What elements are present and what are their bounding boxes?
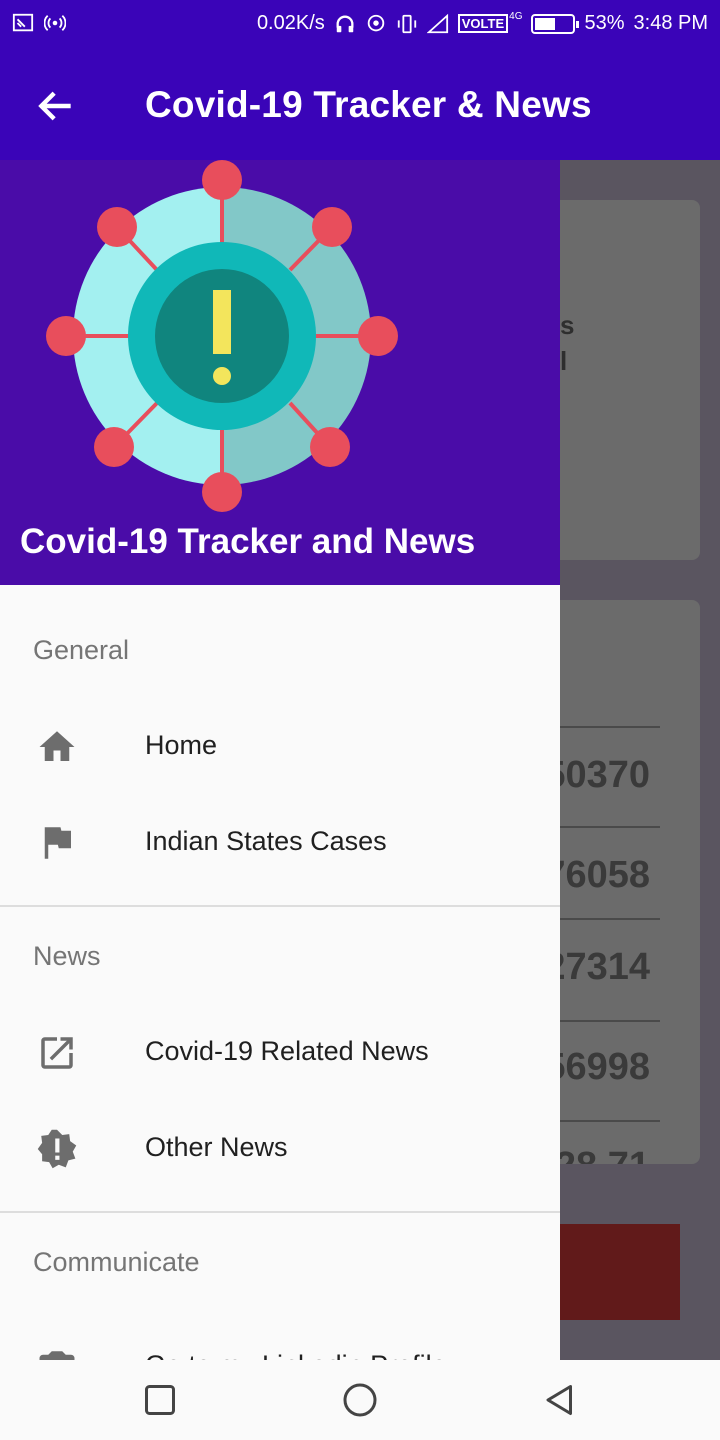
vibrate-icon [397,14,416,33]
navigation-drawer: Covid-19 Tracker and News General Home I… [0,160,560,1360]
flag-icon [44,827,71,859]
section-communicate: Communicate [33,1247,200,1277]
stat-value: 27314 [544,946,650,988]
clock: 3:48 PM [633,12,708,34]
menu-item-other-news[interactable]: Other News [0,1108,560,1188]
menu-item-indian-states-cases[interactable]: Indian States Cases [0,802,560,882]
drawer-header: Covid-19 Tracker and News [0,160,560,585]
drawer-title: Covid-19 Tracker and News [20,522,476,561]
menu-item-label: Home [145,730,218,760]
virus-alert-logo [46,160,398,512]
hotspot-icon [44,15,66,31]
stats-card: 50370 76058 27314 56998 28.71 [540,600,700,1164]
system-nav-bar [0,1360,720,1440]
menu-item-label: Indian States Cases [145,826,387,856]
alert-badge-icon [37,1129,77,1169]
recent-apps-icon[interactable] [142,1382,178,1418]
status-bar: 0.02K/s VOLTE 4G 53% 3:48 PM [0,0,720,52]
card-text: s [560,310,575,340]
back-triangle-icon[interactable] [542,1382,578,1418]
open-in-new-icon [41,1037,73,1069]
arrow-back-icon[interactable] [34,84,78,128]
headset-icon [336,15,354,32]
menu-item-linkedin[interactable]: Go to my Linkedin Profile [0,1326,560,1360]
airplay-icon [367,14,385,31]
volte-badge: VOLTE [457,14,509,33]
action-button [540,1224,680,1320]
app-bar: Covid-19 Tracker & News [0,52,720,160]
network-type: 4G [509,11,523,22]
camera-icon [39,1351,75,1360]
menu-item-covid-news[interactable]: Covid-19 Related News [0,1012,560,1092]
menu-item-home[interactable]: Home [0,706,560,786]
stat-value: 50370 [544,754,650,796]
card-text: l [560,346,568,376]
battery-icon [531,13,580,34]
section-news: News [33,941,101,971]
menu-item-label: Covid-19 Related News [145,1036,429,1066]
stat-value: 28.71 [555,1145,650,1164]
app-title: Covid-19 Tracker & News [145,84,592,125]
cast-icon [12,13,34,32]
drawer-divider [0,905,560,907]
home-icon [39,731,75,761]
section-general: General [33,635,130,665]
signal-icon [426,13,448,33]
home-circle-icon[interactable] [342,1382,378,1418]
drawer-divider [0,1211,560,1213]
net-speed: 0.02K/s [256,12,325,34]
summary-card: s l [540,200,700,560]
menu-item-label: Go to my Linkedin Profile [145,1350,447,1360]
menu-item-label: Other News [145,1132,288,1162]
stat-value: 76058 [544,854,650,896]
battery-percent: 53% [584,12,625,34]
stat-value: 56998 [544,1046,650,1088]
